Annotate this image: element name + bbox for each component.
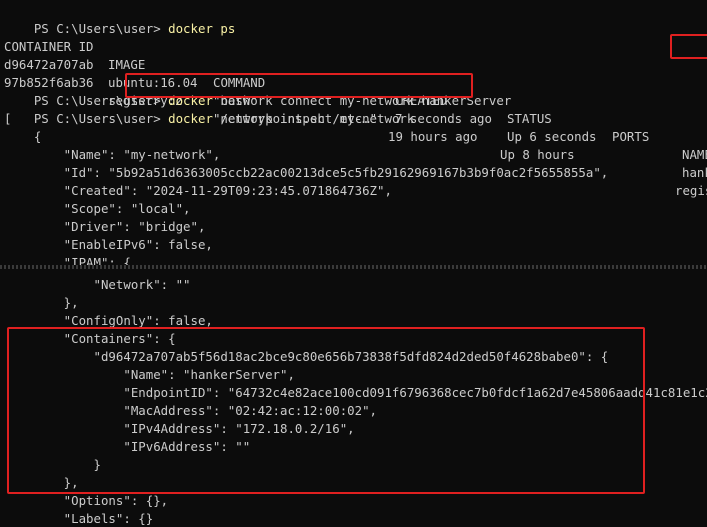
terminal-top-pane[interactable]: PS C:\Users\user> docker ps CONTAINER ID…	[0, 0, 707, 266]
prompt-line-2: PS C:\Users\user> docker network connect…	[4, 74, 511, 108]
json-line: "MacAddress": "02:42:ac:12:00:02",	[4, 403, 377, 418]
json-line: "Options": {},	[4, 493, 169, 508]
json-line: },	[4, 295, 79, 310]
json-line: "IPv6Address": ""	[4, 439, 251, 454]
command-args: network inspect my-network	[212, 111, 415, 126]
cell-created: 19 hours ago	[388, 129, 478, 144]
json-line: "d96472a707ab5f56d18ac2bce9c80e656b73838…	[4, 349, 609, 364]
json-line: "Name": "hankerServer",	[4, 367, 295, 382]
json-line: "Labels": {}	[4, 511, 154, 526]
prompt-line-3: PS C:\Users\user> docker network inspect…	[4, 92, 414, 126]
json-line: "ConfigOnly": false,	[4, 313, 213, 328]
cell-names: registry	[675, 183, 707, 198]
header-ports: PORTS	[612, 129, 650, 144]
prompt-line-1: PS C:\Users\user> docker ps	[4, 2, 235, 36]
table-row: d96472a707ab ubuntu:16.04 "bash" 7 secon…	[4, 38, 707, 180]
cell-status: Up 6 seconds	[507, 129, 597, 144]
json-line: "EnableIPv6": false,	[4, 237, 213, 252]
json-line: "Driver": "bridge",	[4, 219, 206, 234]
command-docker: docker	[168, 111, 213, 126]
json-line: },	[4, 475, 79, 490]
cell-status: Up 8 hours	[500, 147, 575, 162]
cell-names: hankerServer	[682, 165, 707, 180]
json-line: }	[4, 457, 101, 472]
table-row: 97b852f6ab36 registry:2 "/entrypoint.sh …	[4, 56, 707, 198]
terminal-bottom-pane[interactable]: "Network": "" }, "ConfigOnly": false, "C…	[0, 268, 707, 527]
json-line: "EndpointID": "64732c4e82ace100cd091f679…	[4, 385, 707, 400]
prompt: PS C:\Users\user>	[33, 111, 161, 126]
json-line: [	[4, 111, 12, 126]
json-line: "Scope": "local",	[4, 201, 191, 216]
header-status: STATUS	[507, 111, 552, 126]
json-line: "Name": "my-network",	[4, 147, 221, 162]
json-line: "IPv4Address": "172.18.0.2/16",	[4, 421, 355, 436]
json-line: "Created": "2024-11-29T09:23:45.07186473…	[4, 183, 392, 198]
json-line: "Id": "5b92a51d6363005ccb22ac00213dce5c5…	[4, 165, 609, 180]
json-line: "Network": ""	[4, 277, 191, 292]
table-header: CONTAINER ID IMAGE COMMAND CREATED STATU…	[4, 20, 707, 162]
json-line: {	[4, 129, 42, 144]
json-line: "Containers": {	[4, 331, 176, 346]
header-names: NAMES	[682, 147, 707, 162]
